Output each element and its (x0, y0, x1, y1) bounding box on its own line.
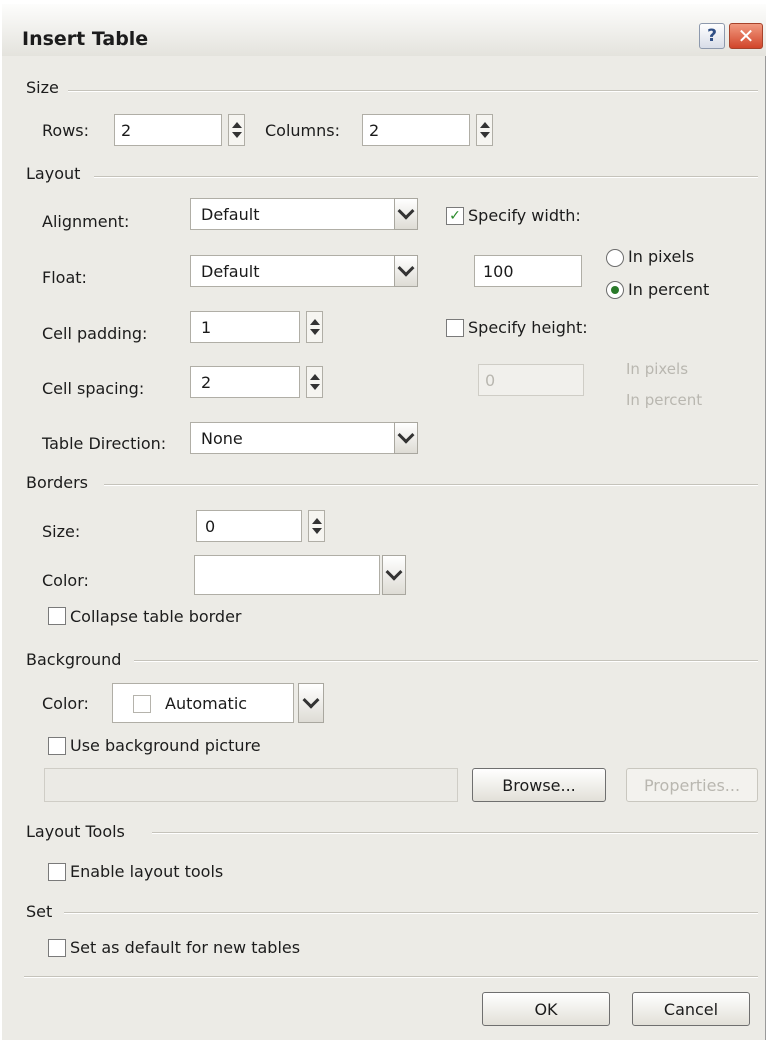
cell-padding-value: 1 (201, 318, 212, 337)
properties-button[interactable]: Properties... (626, 768, 758, 802)
cell-padding-field[interactable]: 1 (190, 311, 300, 343)
use-background-picture-checkbox[interactable] (48, 737, 66, 755)
divider (94, 176, 758, 178)
rows-value: 2 (121, 121, 132, 140)
chevron-down-icon[interactable] (298, 683, 324, 723)
in-pixels-radio[interactable] (606, 249, 624, 267)
spin-down-icon (231, 132, 242, 138)
specify-height-label: Specify height: (468, 318, 588, 337)
spin-up-icon (311, 518, 322, 524)
border-size-field[interactable]: 0 (196, 510, 302, 542)
float-value: Default (201, 262, 260, 281)
divider (24, 976, 758, 978)
spin-down-icon (309, 329, 320, 335)
specify-width-checkbox[interactable]: ✓ (446, 207, 464, 225)
divider (68, 90, 758, 92)
set-default-checkbox[interactable] (48, 939, 66, 957)
cell-padding-spinner[interactable] (306, 311, 323, 343)
border-size-value: 0 (205, 517, 216, 536)
divider (64, 912, 758, 914)
in-pixels-label: In pixels (628, 247, 695, 266)
cell-spacing-field[interactable]: 2 (190, 366, 300, 398)
chevron-down-icon[interactable] (382, 555, 406, 595)
alignment-value: Default (201, 205, 260, 224)
spin-down-icon (309, 384, 320, 390)
background-color-label: Color: (42, 694, 89, 713)
color-swatch (133, 695, 151, 713)
width-field[interactable]: 100 (474, 255, 582, 287)
border-color-dropdown[interactable] (194, 555, 380, 595)
collapse-border-checkbox[interactable] (48, 607, 66, 625)
height-value: 0 (485, 371, 496, 390)
columns-field[interactable]: 2 (362, 114, 470, 146)
rows-field[interactable]: 2 (114, 114, 222, 146)
dialog-title: Insert Table (22, 28, 149, 50)
background-heading: Background (26, 650, 122, 669)
columns-value: 2 (369, 121, 380, 140)
rows-label: Rows: (42, 121, 89, 140)
spin-up-icon (479, 122, 490, 128)
use-background-picture-label: Use background picture (70, 736, 261, 755)
background-picture-path[interactable] (44, 768, 458, 802)
background-color-value: Automatic (165, 694, 248, 713)
divider (152, 832, 758, 834)
browse-button[interactable]: Browse... (472, 768, 606, 802)
border-size-spinner[interactable] (308, 510, 325, 542)
spin-up-icon (231, 122, 242, 128)
height-in-pixels-label[interactable]: In pixels (626, 360, 688, 378)
in-percent-radio[interactable] (606, 281, 624, 299)
specify-width-label: Specify width: (468, 206, 581, 225)
enable-layout-tools-label: Enable layout tools (70, 862, 224, 881)
divider (134, 660, 758, 662)
border-color-label: Color: (42, 571, 89, 590)
enable-layout-tools-checkbox[interactable] (48, 863, 66, 881)
float-label: Float: (42, 268, 87, 287)
close-button[interactable]: ✕ (729, 23, 763, 49)
title-bar[interactable]: Insert Table ? ✕ (2, 4, 766, 56)
columns-spinner[interactable] (476, 114, 493, 146)
height-field[interactable]: 0 (478, 364, 584, 396)
cell-spacing-label: Cell spacing: (42, 379, 145, 398)
table-direction-value: None (201, 429, 243, 448)
table-direction-dropdown[interactable]: None (190, 422, 418, 454)
cell-spacing-value: 2 (201, 373, 212, 392)
divider (104, 484, 758, 486)
set-default-label: Set as default for new tables (70, 938, 301, 957)
size-heading: Size (26, 78, 59, 97)
help-button[interactable]: ? (699, 23, 725, 49)
specify-height-checkbox[interactable] (446, 319, 464, 337)
background-color-dropdown[interactable]: Automatic (112, 683, 294, 723)
borders-heading: Borders (26, 473, 88, 492)
height-in-percent-label[interactable]: In percent (626, 391, 702, 409)
rows-spinner[interactable] (228, 114, 245, 146)
cell-padding-label: Cell padding: (42, 324, 148, 343)
alignment-label: Alignment: (42, 212, 130, 231)
in-percent-label: In percent (628, 280, 710, 299)
border-size-label: Size: (42, 522, 81, 541)
layout-tools-heading: Layout Tools (26, 822, 125, 841)
chevron-down-icon[interactable] (394, 422, 418, 454)
table-direction-label: Table Direction: (42, 434, 167, 453)
spin-down-icon (479, 132, 490, 138)
cell-spacing-spinner[interactable] (306, 366, 323, 398)
float-dropdown[interactable]: Default (190, 255, 418, 287)
alignment-dropdown[interactable]: Default (190, 198, 418, 230)
ok-button[interactable]: OK (482, 992, 610, 1026)
columns-label: Columns: (265, 121, 340, 140)
layout-heading: Layout (26, 164, 81, 183)
cancel-button[interactable]: Cancel (632, 992, 750, 1026)
width-value: 100 (483, 262, 514, 281)
chevron-down-icon[interactable] (394, 198, 418, 230)
insert-table-dialog: Insert Table ? ✕ Size Rows: 2 Columns: 2… (2, 4, 766, 1040)
set-heading: Set (26, 902, 53, 921)
collapse-border-label: Collapse table border (70, 607, 242, 626)
spin-down-icon (311, 528, 322, 534)
spin-up-icon (309, 319, 320, 325)
spin-up-icon (309, 374, 320, 380)
chevron-down-icon[interactable] (394, 255, 418, 287)
